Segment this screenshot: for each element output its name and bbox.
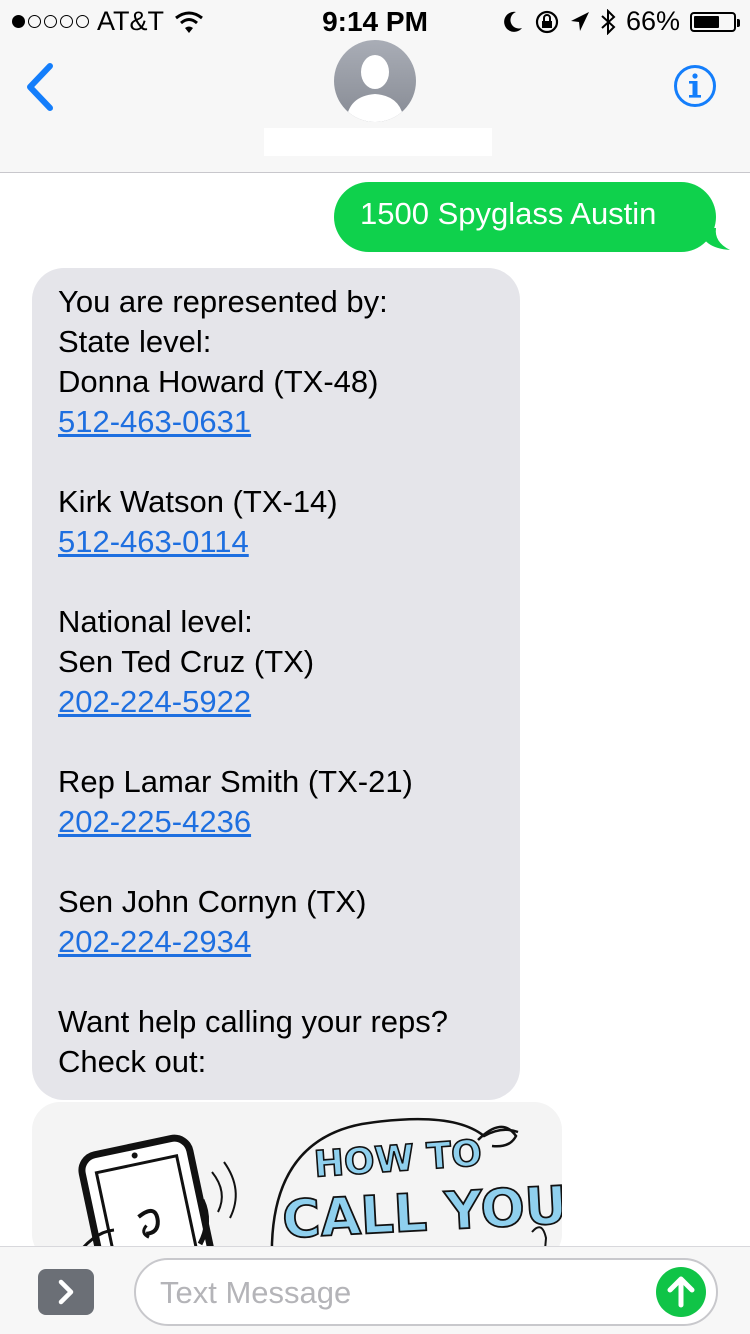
phone-link[interactable]: 512-463-0114 <box>58 524 249 559</box>
back-chevron-icon[interactable] <box>20 62 60 112</box>
rep-name: Rep Lamar Smith (TX-21) <box>58 764 413 799</box>
phone-link[interactable]: 202-224-5922 <box>58 684 251 719</box>
compose-bar: Text Message <box>0 1246 750 1334</box>
messages-screen: AT&T 9:14 PM 66% 1500 Spyglass Austin Yo… <box>0 0 750 1334</box>
conversation-header <box>0 40 750 173</box>
rotation-lock-icon <box>535 10 559 33</box>
national-level-header: National level: <box>58 604 253 639</box>
apps-expand-button[interactable] <box>38 1269 94 1315</box>
state-level-header: State level: <box>58 324 212 359</box>
contact-avatar[interactable] <box>334 40 416 122</box>
arrow-up-icon <box>667 1276 695 1308</box>
status-right: 66% <box>502 6 740 37</box>
message-input[interactable]: Text Message <box>134 1258 718 1326</box>
moon-icon <box>504 11 522 32</box>
phone-link[interactable]: 202-225-4236 <box>58 804 251 839</box>
preview-title-line2: CALL YOUR <box>281 1174 562 1251</box>
sent-message-bubble[interactable]: 1500 Spyglass Austin <box>334 182 716 252</box>
message-input-placeholder: Text Message <box>160 1275 352 1310</box>
phone-link[interactable]: 512-463-0631 <box>58 404 251 439</box>
phone-link[interactable]: 202-224-2934 <box>58 924 251 959</box>
link-preview-card[interactable]: HOW TO CALL YOUR <box>32 1102 562 1262</box>
send-button[interactable] <box>656 1267 706 1317</box>
battery-percent: 66% <box>625 6 680 36</box>
message-outro: Check out: <box>58 1044 207 1079</box>
rep-name: Sen Ted Cruz (TX) <box>58 644 315 679</box>
rep-name: Donna Howard (TX-48) <box>58 364 379 399</box>
sent-message-text: 1500 Spyglass Austin <box>360 196 657 231</box>
contact-name-redacted[interactable] <box>264 128 492 156</box>
sent-bubble-tail <box>700 228 730 250</box>
battery-icon <box>690 11 740 32</box>
location-icon <box>570 11 589 31</box>
person-silhouette-icon <box>346 55 404 122</box>
bluetooth-icon <box>601 8 616 35</box>
rep-name: Kirk Watson (TX-14) <box>58 484 338 519</box>
status-bar: AT&T 9:14 PM 66% <box>0 0 750 40</box>
chevron-right-icon <box>58 1279 74 1305</box>
rep-name: Sen John Cornyn (TX) <box>58 884 367 919</box>
message-intro: You are represented by: <box>58 284 388 319</box>
received-message-bubble[interactable]: You are represented by: State level: Don… <box>32 268 520 1100</box>
info-icon[interactable] <box>673 64 717 108</box>
link-preview-illustration: HOW TO CALL YOUR <box>70 1117 562 1262</box>
preview-title-line1: HOW TO <box>313 1133 484 1186</box>
message-outro: Want help calling your reps? <box>58 1004 448 1039</box>
